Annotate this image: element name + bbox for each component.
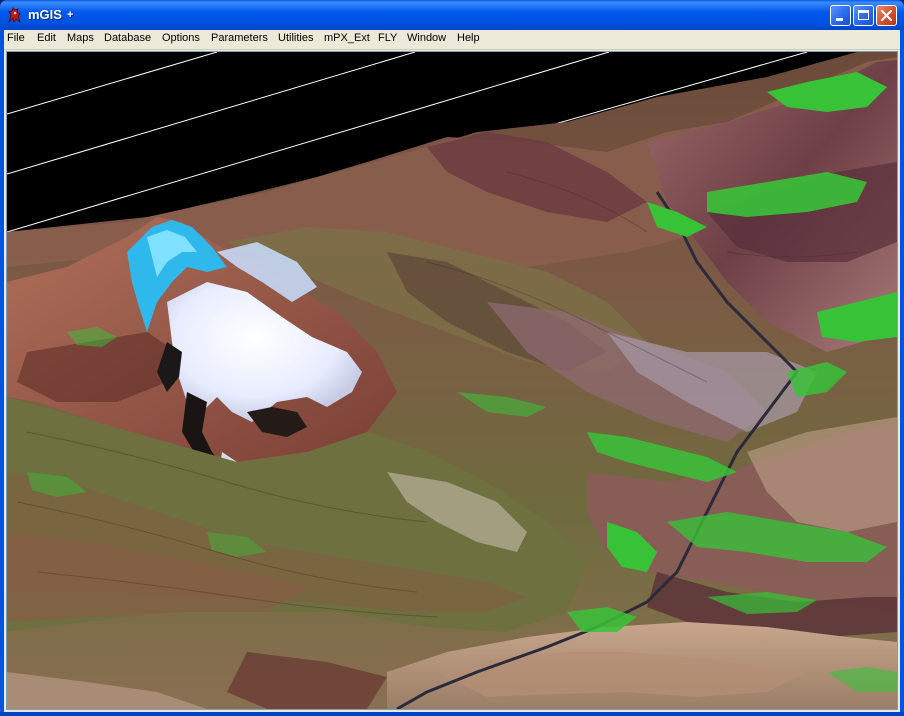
menu-utilities[interactable]: Utilities	[278, 32, 313, 44]
menu-edit[interactable]: Edit	[37, 32, 56, 44]
terrain-3d-view[interactable]	[6, 51, 898, 710]
menu-database[interactable]: Database	[104, 32, 151, 44]
menu-help[interactable]: Help	[457, 32, 480, 44]
menu-fly[interactable]: FLY	[378, 32, 397, 44]
title-suffix: +	[66, 9, 74, 21]
close-icon	[880, 9, 893, 22]
minimize-button[interactable]	[830, 5, 851, 26]
minimize-icon	[836, 18, 843, 21]
window-bottom-border	[0, 712, 904, 716]
menu-mpx-ext[interactable]: mPX_Ext	[324, 32, 370, 44]
menu-file[interactable]: File	[7, 32, 25, 44]
menu-maps[interactable]: Maps	[67, 32, 94, 44]
maximize-icon	[858, 10, 869, 20]
window-title: mGIS +	[28, 7, 74, 22]
app-window: mGIS + File Edit Maps Database Options Pa…	[0, 0, 904, 716]
menu-window[interactable]: Window	[407, 32, 446, 44]
close-button[interactable]	[876, 5, 897, 26]
maximize-button[interactable]	[853, 5, 874, 26]
client-area: File Edit Maps Database Options Paramete…	[4, 30, 900, 712]
title-bar[interactable]: mGIS +	[0, 0, 904, 30]
menu-parameters[interactable]: Parameters	[211, 32, 268, 44]
menu-bar: File Edit Maps Database Options Paramete…	[4, 30, 900, 50]
mgis-app-icon[interactable]	[6, 6, 24, 24]
terrain-render[interactable]	[7, 52, 897, 709]
menu-options[interactable]: Options	[162, 32, 200, 44]
